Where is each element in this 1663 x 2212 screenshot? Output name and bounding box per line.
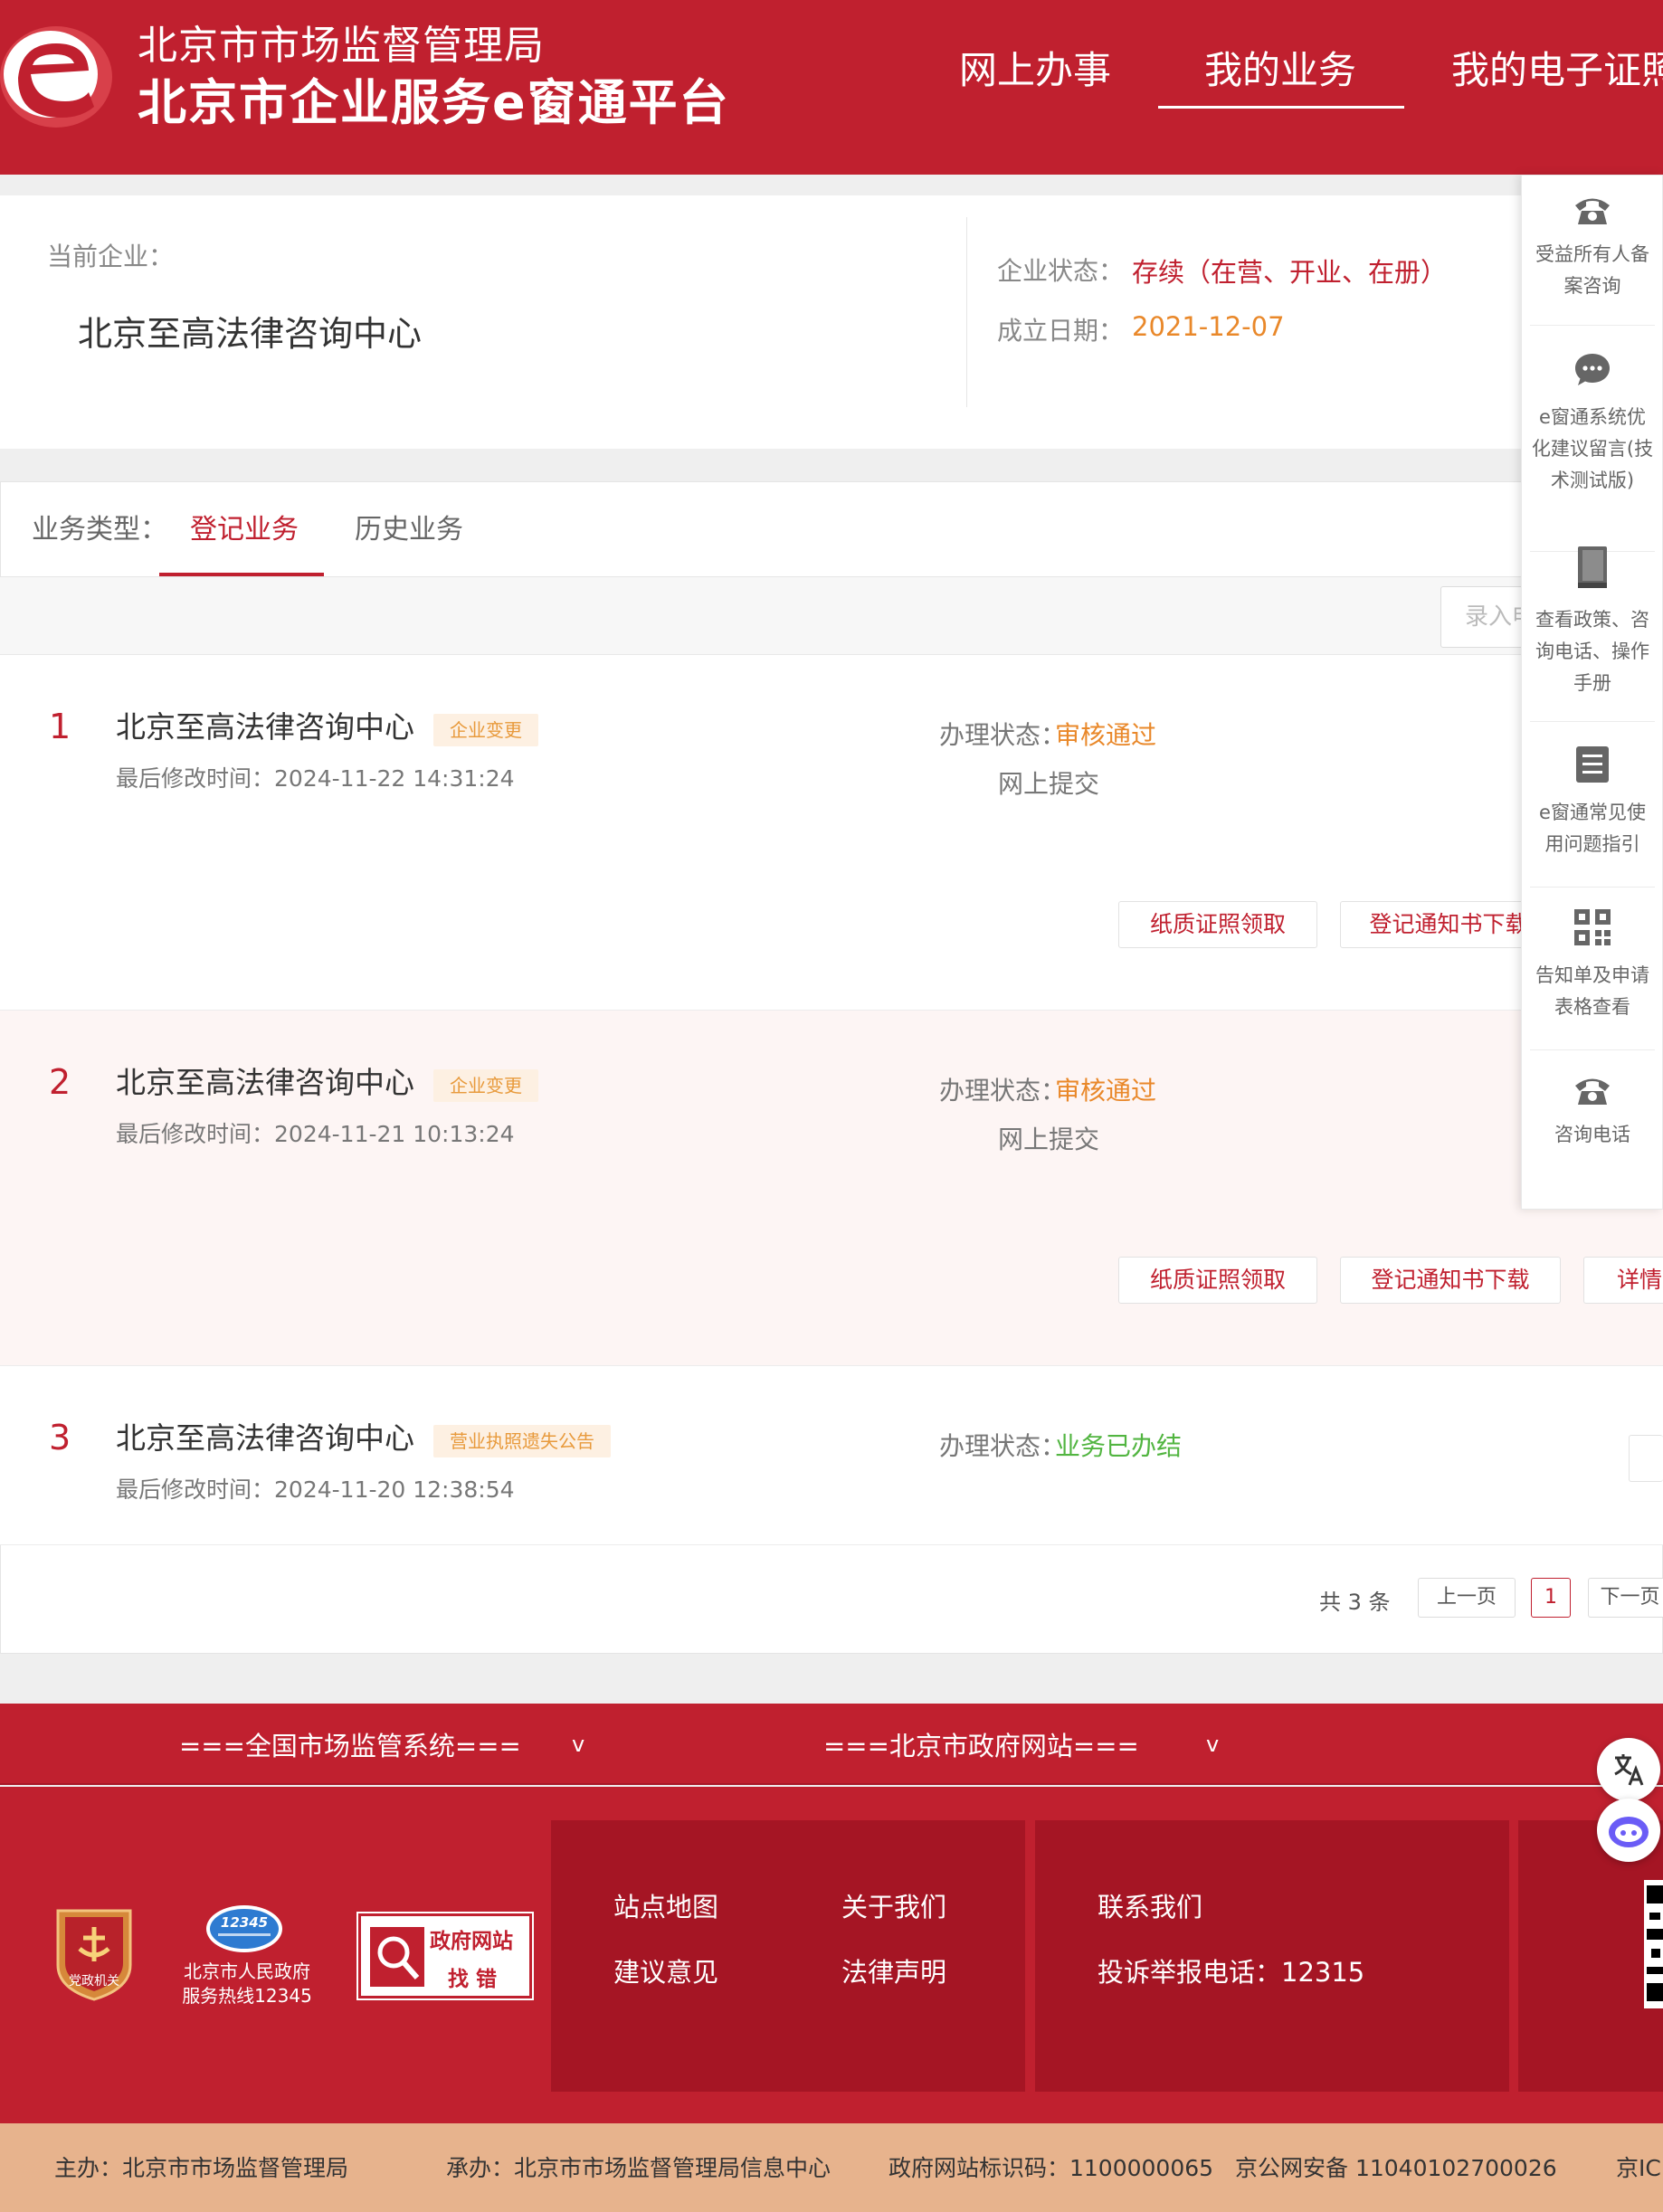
row-company-name[interactable]: 北京至高法律咨询中心 xyxy=(116,1419,414,1458)
footer-qrcode-icon xyxy=(1644,1880,1663,2008)
chevron-down-icon[interactable]: v xyxy=(1206,1732,1219,1757)
national-market-supervision-dropdown[interactable]: ===全国市场监管系统=== xyxy=(179,1730,521,1762)
footer-icp-record[interactable]: 京ICP xyxy=(1616,2153,1663,2184)
footer-host: 主办：北京市市场监督管理局 xyxy=(54,2155,349,2181)
footer-about-link[interactable]: 关于我们 xyxy=(841,1889,946,1925)
ai-assistant-button[interactable] xyxy=(1597,1799,1660,1862)
phone-icon xyxy=(1575,1078,1610,1105)
gov-website-error-report[interactable]: 政府网站 找 错 xyxy=(356,1912,534,2000)
translate-icon xyxy=(1614,1754,1644,1786)
side-item-label: 查看政策、咨询电话、操作手册 xyxy=(1535,609,1649,694)
row-type-tag: 营业执照遗失公告 xyxy=(433,1425,611,1457)
row-status-label: 办理状态： xyxy=(939,1076,1067,1106)
hotline-logo-icon: 12345 xyxy=(206,1905,282,1952)
side-item-label: 咨询电话 xyxy=(1554,1124,1630,1145)
side-forms-view[interactable]: 告知单及申请表格查看 xyxy=(1530,907,1655,1050)
side-item-label: e窗通系统优化建议留言(技术测试版) xyxy=(1531,406,1654,491)
gov-website-sub: 找 错 xyxy=(448,1968,498,1991)
footer-organizer: 承办：北京市市场监督管理局信息中心 xyxy=(446,2155,832,2181)
prev-page-button[interactable]: 上一页 xyxy=(1418,1578,1516,1618)
row-modified-time: 最后修改时间：2024-11-22 14:31:24 xyxy=(116,765,515,792)
paper-license-button[interactable]: 纸质证照领取 xyxy=(1118,901,1317,948)
phone-icon xyxy=(1575,198,1610,224)
magnifier-icon xyxy=(370,1927,424,1987)
row-modified-time: 最后修改时间：2024-11-21 10:13:24 xyxy=(116,1121,515,1147)
row-number: 3 xyxy=(49,1418,71,1457)
row-number: 1 xyxy=(49,707,71,746)
company-status-value: 存续（在营、开业、在册） xyxy=(1132,257,1448,288)
next-page-button[interactable]: 下一页 xyxy=(1588,1578,1663,1618)
founded-date-value: 2021-12-07 xyxy=(1132,311,1285,342)
nav-online-service[interactable]: 网上办事 xyxy=(959,45,1111,96)
nav-active-underline xyxy=(1158,106,1404,109)
pagination-total: 共 3 条 xyxy=(1319,1590,1391,1615)
hotline-label: 北京市人民政府 服务热线12345 xyxy=(182,1960,312,2007)
side-policy-manual[interactable]: 查看政策、咨询电话、操作手册 xyxy=(1530,545,1655,722)
row-company-name[interactable]: 北京至高法律咨询中心 xyxy=(116,1063,414,1103)
top-header: 北京市市场监督管理局 北京市企业服务e窗通平台 网上办事 我的业务 我的电子证照 xyxy=(0,0,1663,175)
hotline-12345-badge[interactable]: 12345 北京市人民政府 服务热线12345 xyxy=(176,1903,318,2012)
company-name: 北京至高法律咨询中心 xyxy=(78,314,423,354)
business-type-label: 业务类型： xyxy=(32,514,167,546)
row-company-name[interactable]: 北京至高法律咨询中心 xyxy=(116,707,414,747)
side-faq-guide[interactable]: e窗通常见使用问题指引 xyxy=(1530,745,1655,888)
nav-my-e-license[interactable]: 我的电子证照 xyxy=(1451,45,1663,96)
footer-contact-link[interactable]: 联系我们 xyxy=(1098,1889,1202,1925)
party-badge-label: 党政机关 xyxy=(69,1974,119,1989)
side-item-label: e窗通常见使用问题指引 xyxy=(1539,802,1646,855)
footer-police-record[interactable]: 京公网安备 11040102700026 xyxy=(1235,2153,1557,2184)
row-status-value: 审核通过 xyxy=(1055,720,1157,750)
company-divider xyxy=(966,217,967,407)
row-status-value: 审核通过 xyxy=(1055,1076,1157,1106)
footer-sitemap-link[interactable]: 站点地图 xyxy=(613,1889,718,1925)
beijing-government-dropdown[interactable]: ===北京市政府网站=== xyxy=(823,1730,1139,1762)
side-item-label: 受益所有人备案咨询 xyxy=(1535,243,1649,297)
paper-license-button[interactable]: 纸质证照领取 xyxy=(1118,1257,1317,1304)
row-number: 2 xyxy=(49,1062,71,1102)
side-consult-phone[interactable]: 咨询电话 xyxy=(1530,1074,1655,1172)
tab-registration[interactable]: 登记业务 xyxy=(190,512,299,548)
current-company-label: 当前企业： xyxy=(47,242,175,271)
e-window-logo-icon xyxy=(0,26,112,128)
search-strip xyxy=(0,577,1663,655)
nav-my-business[interactable]: 我的业务 xyxy=(1204,45,1356,96)
side-suggestion-message[interactable]: e窗通系统优化建议留言(技术测试版) xyxy=(1530,351,1655,552)
row-action-button[interactable] xyxy=(1629,1435,1663,1482)
book-icon xyxy=(1578,546,1607,588)
row-submit-method: 网上提交 xyxy=(998,769,1100,799)
side-beneficial-owner-consult[interactable]: 受益所有人备案咨询 xyxy=(1530,194,1655,326)
founded-date-label: 成立日期： xyxy=(997,316,1125,346)
notice-download-button[interactable]: 登记通知书下载 xyxy=(1340,1257,1561,1304)
robot-assistant-icon xyxy=(1609,1817,1649,1847)
chevron-down-icon[interactable]: v xyxy=(572,1732,584,1757)
side-item-label: 告知单及申请表格查看 xyxy=(1535,964,1649,1018)
page-1-button[interactable]: 1 xyxy=(1531,1578,1571,1618)
hotline-number: 12345 xyxy=(221,1914,268,1931)
row-status-label: 办理状态： xyxy=(939,720,1067,750)
chat-icon xyxy=(1575,354,1610,385)
row-status-label: 办理状态： xyxy=(939,1431,1067,1461)
row-status-value: 业务已办结 xyxy=(1055,1431,1183,1461)
footer-site-id: 政府网站标识码：1100000065 xyxy=(889,2155,1214,2181)
party-gov-badge-icon[interactable]: 党政机关 xyxy=(52,1905,136,2003)
translate-button[interactable] xyxy=(1597,1738,1660,1801)
footer-legal-link[interactable]: 法律声明 xyxy=(841,1954,946,1990)
platform-name: 北京市企业服务e窗通平台 xyxy=(138,74,730,131)
row-type-tag: 企业变更 xyxy=(433,1069,538,1102)
row-submit-method: 网上提交 xyxy=(998,1125,1100,1154)
row-modified-time: 最后修改时间：2024-11-20 12:38:54 xyxy=(116,1476,515,1503)
footer-complaint-phone: 投诉举报电话：12315 xyxy=(1098,1957,1365,1988)
document-icon xyxy=(1576,746,1609,783)
details-button[interactable]: 详情 xyxy=(1583,1257,1663,1304)
qrcode-icon xyxy=(1574,909,1611,945)
gov-website-title: 政府网站 xyxy=(430,1930,513,1953)
tab-history[interactable]: 历史业务 xyxy=(355,512,463,548)
company-status-label: 企业状态： xyxy=(997,256,1125,286)
agency-name: 北京市市场监督管理局 xyxy=(138,23,545,69)
footer-suggestion-link[interactable]: 建议意见 xyxy=(613,1954,718,1990)
row-type-tag: 企业变更 xyxy=(433,714,538,746)
